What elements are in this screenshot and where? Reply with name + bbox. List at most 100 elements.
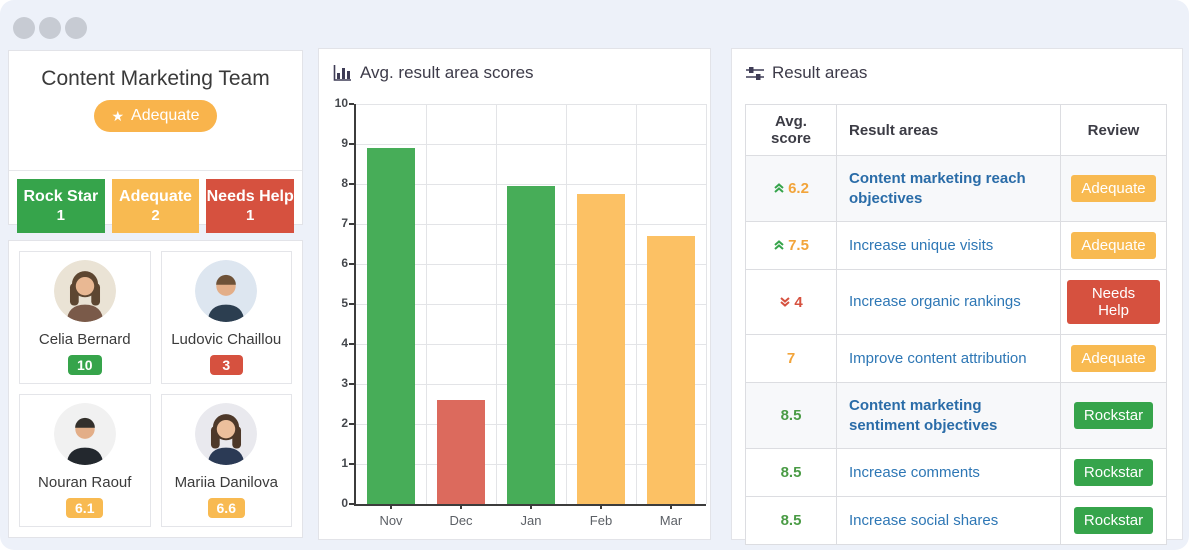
result-area-row: 6.2Content marketing reach objectivesAde… bbox=[746, 156, 1167, 222]
trend-up-icon bbox=[773, 181, 785, 194]
avg-score-value: 4 bbox=[794, 294, 802, 311]
y-axis-tick bbox=[349, 383, 354, 385]
y-axis-tick bbox=[349, 143, 354, 145]
review-badge: Rockstar bbox=[1074, 507, 1153, 534]
y-axis-tick bbox=[349, 103, 354, 105]
gridline bbox=[566, 104, 567, 504]
y-axis-tick-label: 10 bbox=[316, 96, 348, 110]
member-score-badge: 6.6 bbox=[208, 498, 245, 518]
x-axis-tick bbox=[390, 504, 392, 509]
member-card-ludovic-chaillou[interactable]: Ludovic Chaillou3 bbox=[161, 251, 293, 384]
result-area-cell: Increase social shares bbox=[837, 497, 1061, 545]
member-card-nouran-raouf[interactable]: Nouran Raouf6.1 bbox=[19, 394, 151, 527]
team-stats-row: Rock Star1Adequate2Needs Help1 bbox=[9, 171, 302, 241]
review-cell: Adequate bbox=[1061, 222, 1167, 270]
stat-label: Rock Star bbox=[23, 188, 98, 206]
team-summary-card: Content Marketing Team ★ Adequate Rock S… bbox=[8, 50, 303, 225]
x-axis-tick-label: Feb bbox=[566, 513, 636, 528]
stat-label: Adequate bbox=[119, 188, 192, 206]
gridline bbox=[356, 144, 706, 145]
result-area-row: 7.5 Increase unique visits Adequate bbox=[746, 222, 1167, 270]
chart-panel: Avg. result area scores 012345678910NovD… bbox=[318, 48, 711, 540]
y-axis-tick bbox=[349, 423, 354, 425]
team-rating-pill: ★ Adequate bbox=[94, 100, 216, 132]
result-area-row: 7 Improve content attribution Adequate bbox=[746, 335, 1167, 383]
avg-score-cell: 7 bbox=[746, 335, 837, 383]
y-axis-tick bbox=[349, 263, 354, 265]
result-area-cell: Increase comments bbox=[837, 449, 1061, 497]
avg-score-value: 8.5 bbox=[781, 512, 802, 529]
member-card-celia-bernard[interactable]: Celia Bernard10 bbox=[19, 251, 151, 384]
y-axis-tick-label: 4 bbox=[316, 336, 348, 350]
y-axis-tick-label: 6 bbox=[316, 256, 348, 270]
chart-panel-header: Avg. result area scores bbox=[319, 49, 710, 83]
window-titlebar bbox=[13, 17, 87, 39]
review-badge: Rockstar bbox=[1074, 459, 1153, 486]
sliders-icon bbox=[746, 65, 764, 81]
result-area-link[interactable]: Increase organic rankings bbox=[849, 293, 1021, 310]
avg-score-cell: 4 bbox=[746, 270, 837, 335]
window-dot-icon bbox=[65, 17, 87, 39]
team-title: Content Marketing Team bbox=[17, 67, 294, 91]
member-score-badge: 6.1 bbox=[66, 498, 103, 518]
avg-score-cell: 8.5 bbox=[746, 497, 837, 545]
result-area-link[interactable]: Increase unique visits bbox=[849, 237, 993, 254]
avg-score-cell: 7.5 bbox=[746, 222, 837, 270]
avg-score-value: 7 bbox=[787, 350, 795, 367]
column-header-result-areas: Result areas bbox=[837, 105, 1061, 156]
team-header: Content Marketing Team ★ Adequate bbox=[9, 67, 302, 171]
member-name: Celia Bernard bbox=[39, 331, 131, 348]
member-avatar bbox=[195, 260, 257, 322]
result-area-cell: Increase unique visits bbox=[837, 222, 1061, 270]
bar-chart-plot: 012345678910NovDecJanFebMar bbox=[354, 104, 706, 506]
x-axis-tick-label: Mar bbox=[636, 513, 706, 528]
y-axis-tick-label: 1 bbox=[316, 456, 348, 470]
y-axis-tick bbox=[349, 503, 354, 505]
review-badge: Adequate bbox=[1071, 345, 1155, 372]
result-area-link[interactable]: Content marketing sentiment objectives bbox=[849, 397, 997, 434]
review-cell: Adequate bbox=[1061, 156, 1167, 222]
result-area-link[interactable]: Increase comments bbox=[849, 464, 980, 481]
x-axis-tick bbox=[600, 504, 602, 509]
stat-count: 1 bbox=[57, 207, 65, 224]
team-members-card: Celia Bernard10Ludovic Chaillou3Nouran R… bbox=[8, 240, 303, 538]
member-card-mariia-danilova[interactable]: Mariia Danilova 6.6 bbox=[161, 394, 293, 527]
stat-count: 1 bbox=[246, 207, 254, 224]
y-axis-tick bbox=[349, 463, 354, 465]
avg-score-value: 8.5 bbox=[781, 407, 802, 424]
gridline bbox=[706, 104, 707, 504]
result-area-row: 4 Increase organic rankings Needs Help bbox=[746, 270, 1167, 335]
trend-down-icon bbox=[779, 295, 791, 308]
review-badge: Needs Help bbox=[1067, 280, 1160, 324]
review-cell: Rockstar bbox=[1061, 383, 1167, 449]
y-axis-tick bbox=[349, 343, 354, 345]
results-panel-header: Result areas bbox=[732, 49, 1182, 83]
member-name: Mariia Danilova bbox=[175, 474, 278, 491]
window-dot-icon bbox=[39, 17, 61, 39]
star-icon: ★ bbox=[111, 109, 124, 123]
result-area-link[interactable]: Content marketing reach objectives bbox=[849, 170, 1026, 207]
x-axis-tick-label: Jan bbox=[496, 513, 566, 528]
result-area-link[interactable]: Increase social shares bbox=[849, 512, 998, 529]
table-header-row: Avg. scoreResult areasReview bbox=[746, 105, 1167, 156]
review-cell: Rockstar bbox=[1061, 449, 1167, 497]
result-area-cell: Improve content attribution bbox=[837, 335, 1061, 383]
avg-score-cell: 8.5 bbox=[746, 383, 837, 449]
bar-mar bbox=[647, 236, 695, 504]
y-axis-tick-label: 8 bbox=[316, 176, 348, 190]
review-badge: Adequate bbox=[1071, 232, 1155, 259]
member-avatar bbox=[54, 260, 116, 322]
x-axis-tick bbox=[670, 504, 672, 509]
x-axis-tick-label: Dec bbox=[426, 513, 496, 528]
team-stat-rock-star: Rock Star1 bbox=[17, 179, 105, 233]
bar-dec bbox=[437, 400, 485, 504]
result-area-cell: Increase organic rankings bbox=[837, 270, 1061, 335]
result-area-link[interactable]: Improve content attribution bbox=[849, 350, 1027, 367]
result-area-cell: Content marketing sentiment objectives bbox=[837, 383, 1061, 449]
stat-count: 2 bbox=[151, 207, 159, 224]
team-stat-adequate: Adequate2 bbox=[112, 179, 200, 233]
result-area-row: 8.5 Content marketing sentiment objective… bbox=[746, 383, 1167, 449]
y-axis-tick-label: 2 bbox=[316, 416, 348, 430]
bar-feb bbox=[577, 194, 625, 504]
review-badge: Rockstar bbox=[1074, 402, 1153, 429]
